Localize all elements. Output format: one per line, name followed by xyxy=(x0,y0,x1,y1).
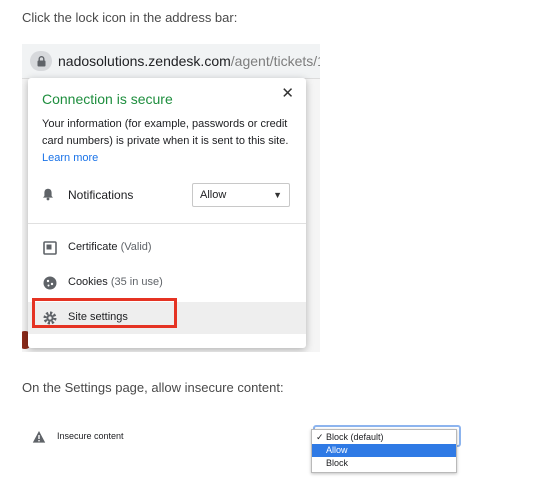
notifications-selected-value: Allow xyxy=(200,189,227,201)
instruction-step-1: Click the lock icon in the address bar: xyxy=(22,10,238,25)
insecure-content-label: Insecure content xyxy=(57,431,124,441)
cookies-item[interactable]: Cookies (35 in use) xyxy=(28,267,306,299)
option-label: Allow xyxy=(326,445,348,455)
notifications-row: Notifications Allow ▼ xyxy=(42,181,294,209)
option-label: Block (default) xyxy=(326,432,384,442)
connection-status-title: Connection is secure xyxy=(42,91,173,107)
close-icon[interactable]: ✕ xyxy=(281,84,294,102)
bell-icon xyxy=(43,188,53,201)
instruction-step-2: On the Settings page, allow insecure con… xyxy=(22,380,284,395)
divider xyxy=(28,223,306,224)
notifications-select[interactable]: Allow ▼ xyxy=(192,183,290,207)
notifications-label: Notifications xyxy=(68,188,134,202)
site-info-popup: ✕ Connection is secure Your information … xyxy=(28,78,306,348)
certificate-status: (Valid) xyxy=(120,241,152,253)
certificate-label: Certificate (Valid) xyxy=(68,241,152,253)
dropdown-caret-icon: ▼ xyxy=(273,190,282,200)
warning-icon xyxy=(32,431,46,443)
cookie-icon xyxy=(43,276,57,290)
option-block[interactable]: Block xyxy=(312,457,456,470)
option-block-default[interactable]: ✓ Block (default) xyxy=(312,431,456,444)
certificate-item[interactable]: Certificate (Valid) xyxy=(28,232,306,264)
url-host: nadosolutions.zendesk.com xyxy=(58,53,231,69)
connection-description: Your information (for example, passwords… xyxy=(42,116,298,167)
option-allow[interactable]: Allow xyxy=(312,444,456,457)
option-label: Block xyxy=(326,458,349,468)
url-path: /agent/tickets/100 xyxy=(230,53,320,69)
learn-more-link[interactable]: Learn more xyxy=(42,152,98,164)
insecure-content-options: ✓ Block (default) Allow Block xyxy=(311,429,457,473)
url-text[interactable]: nadosolutions.zendesk.com/agent/tickets/… xyxy=(58,53,320,69)
browser-screenshot: nadosolutions.zendesk.com/agent/tickets/… xyxy=(22,44,320,352)
address-bar[interactable]: nadosolutions.zendesk.com/agent/tickets/… xyxy=(22,44,320,79)
cookies-label-text: Cookies xyxy=(68,276,108,288)
cookies-label: Cookies (35 in use) xyxy=(68,276,163,288)
cookies-count: (35 in use) xyxy=(110,276,163,288)
checkmark-icon: ✓ xyxy=(316,432,324,442)
lock-icon[interactable] xyxy=(30,51,52,71)
highlight-box xyxy=(32,298,177,328)
certificate-label-text: Certificate xyxy=(68,241,118,253)
description-text: Your information (for example, passwords… xyxy=(42,118,289,147)
certificate-icon xyxy=(43,241,57,255)
